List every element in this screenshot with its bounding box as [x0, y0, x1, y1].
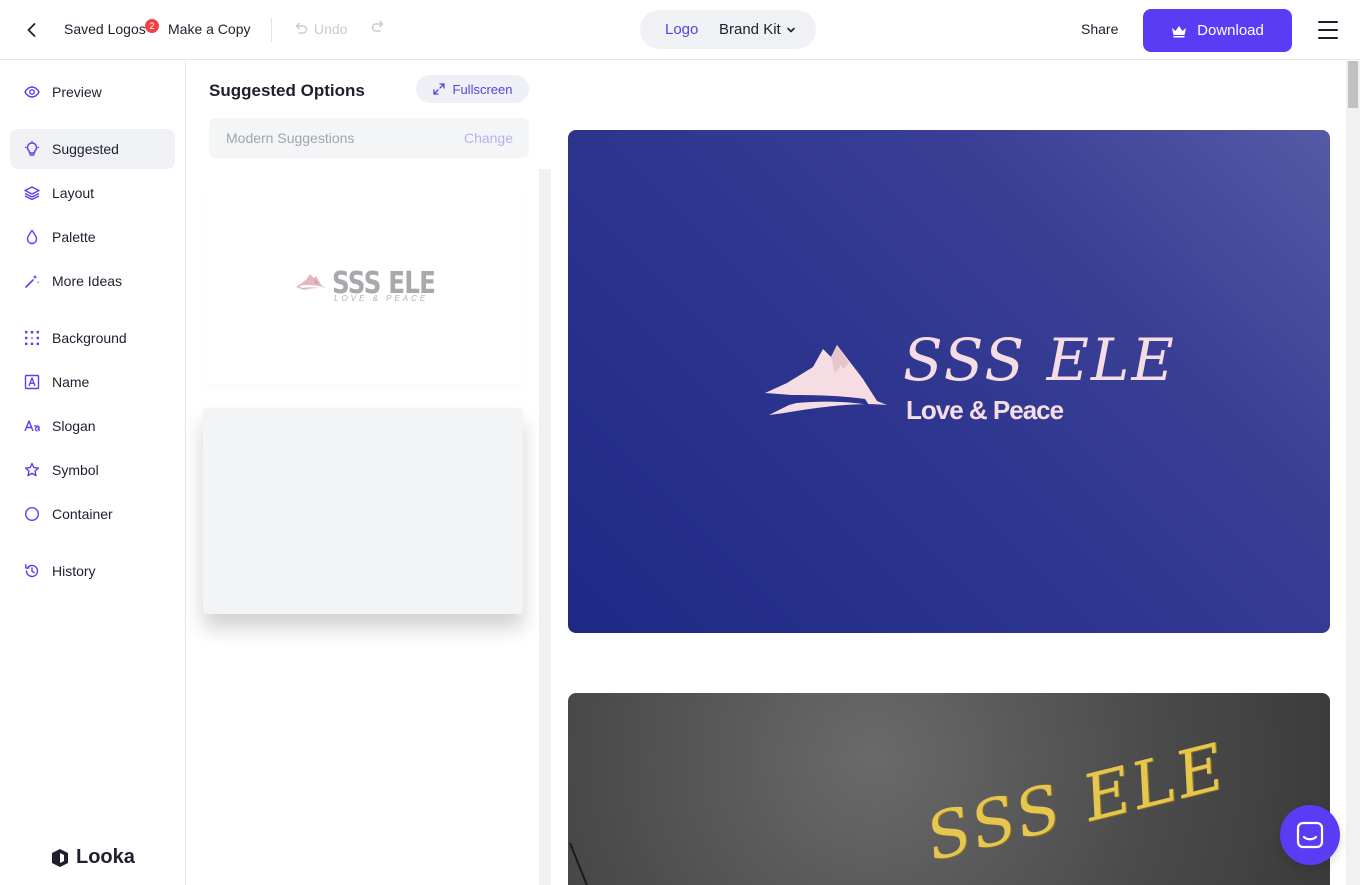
menu-line [1318, 21, 1338, 23]
share-button[interactable]: Share [1081, 21, 1118, 37]
expand-icon [432, 83, 445, 95]
looka-logo: Looka [50, 846, 135, 869]
sidebar-item-container[interactable]: Container [10, 494, 175, 534]
looka-mark-icon [52, 848, 68, 867]
sidebar-item-label: Symbol [52, 462, 99, 478]
back-button[interactable] [18, 16, 46, 44]
page-scrollbar[interactable] [1346, 61, 1360, 885]
sidebar-item-preview[interactable]: Preview [10, 72, 175, 112]
preview-logo-name: SSS ELE [903, 326, 1176, 394]
mountain-logo-icon [296, 274, 326, 290]
chevron-down-icon [786, 27, 795, 32]
sidebar-item-label: Palette [52, 229, 96, 245]
sidebar-item-slogan[interactable]: Slogan [10, 406, 175, 446]
undo-icon [295, 22, 308, 34]
sidebar-item-suggested[interactable]: Suggested [10, 129, 175, 169]
top-bar: Saved Logos 2 Make a Copy Undo Logo Bran… [0, 0, 1360, 60]
suggestion-option-placeholder[interactable] [203, 408, 523, 614]
sidebar-item-label: Background [52, 330, 127, 346]
font-aa-icon [24, 420, 40, 432]
chat-icon [1296, 821, 1324, 849]
sidebar-item-label: Layout [52, 185, 95, 201]
sidebar-item-name[interactable]: Name [10, 362, 175, 402]
saved-logos-link[interactable]: Saved Logos [64, 21, 146, 37]
logo-mockup-card: SSS ELE [568, 693, 1330, 885]
droplet-icon [26, 229, 38, 245]
mode-switcher: Logo Brand Kit [640, 10, 816, 49]
suggestion-style-selector: Modern Suggestions Change [209, 118, 529, 158]
undo-button[interactable]: Undo [294, 21, 347, 37]
preview-logo-slogan: Love & Peace [906, 395, 1064, 425]
fullscreen-button[interactable]: Fullscreen [416, 75, 529, 103]
sidebar-item-label: Slogan [52, 418, 96, 434]
suggestion-option-card[interactable]: SSS ELE LOVE & PEACE [203, 184, 523, 384]
logo-preview-area: SSS ELE Love & Peace SSS ELE [553, 61, 1346, 885]
chat-support-button[interactable] [1280, 805, 1340, 865]
sidebar-item-more-ideas[interactable]: More Ideas [10, 261, 175, 301]
fullscreen-label: Fullscreen [452, 81, 513, 97]
magic-wand-icon [25, 274, 40, 288]
sidebar-item-symbol[interactable]: Symbol [10, 450, 175, 490]
sidebar-item-label: Name [52, 374, 90, 390]
crown-icon [1172, 25, 1187, 37]
download-button[interactable]: Download [1143, 9, 1292, 52]
sidebar-item-label: History [52, 563, 96, 579]
sidebar-item-label: Preview [52, 84, 102, 100]
undo-label: Undo [314, 21, 348, 37]
brand-name: Looka [76, 846, 135, 868]
brand-kit-label: Brand Kit [719, 21, 781, 38]
editor-sidebar: Preview Suggested Layout Palette More Id… [0, 61, 186, 885]
mockup-logo-name: SSS ELE [919, 729, 1235, 876]
sidebar-item-label: More Ideas [52, 273, 123, 289]
change-style-button[interactable]: Change [464, 130, 513, 146]
mode-logo-tab[interactable]: Logo [665, 21, 698, 38]
star-icon [24, 462, 40, 477]
saved-logos-count-badge: 2 [145, 19, 159, 33]
sidebar-item-layout[interactable]: Layout [10, 173, 175, 213]
panel-scrollbar[interactable] [539, 169, 551, 885]
suggestion-style-label: Modern Suggestions [226, 130, 355, 146]
dot-grid-icon [25, 331, 39, 345]
sidebar-item-history[interactable]: History [10, 551, 175, 591]
circle-icon [24, 506, 40, 522]
page-scrollbar-thumb[interactable] [1348, 61, 1358, 108]
sidebar-item-palette[interactable]: Palette [10, 217, 175, 257]
mountain-logo-icon [765, 345, 887, 415]
mockup-edge-decoration [569, 842, 588, 885]
history-icon [25, 564, 39, 578]
mode-brand-kit-tab[interactable]: Brand Kit [719, 21, 796, 38]
menu-line [1318, 37, 1338, 39]
option-logo-slogan: LOVE & PEACE [334, 294, 429, 303]
logo-preview-card: SSS ELE Love & Peace [568, 130, 1330, 633]
sidebar-item-background[interactable]: Background [10, 318, 175, 358]
panel-title: Suggested Options [209, 81, 365, 100]
sidebar-item-label: Suggested [52, 141, 119, 157]
redo-button[interactable] [371, 20, 385, 39]
eye-icon [24, 86, 40, 98]
layers-icon [24, 186, 40, 201]
sidebar-item-label: Container [52, 506, 113, 522]
download-label: Download [1197, 22, 1264, 39]
menu-line [1318, 29, 1338, 31]
lightbulb-icon [24, 141, 40, 156]
hamburger-menu-button[interactable] [1316, 19, 1340, 41]
suggested-options-panel: Suggested Options Fullscreen Modern Sugg… [186, 61, 551, 885]
redo-icon [371, 20, 384, 32]
divider [271, 18, 272, 42]
make-a-copy-button[interactable]: Make a Copy [168, 21, 250, 37]
chevron-left-icon [27, 23, 36, 37]
text-a-icon [24, 374, 40, 390]
